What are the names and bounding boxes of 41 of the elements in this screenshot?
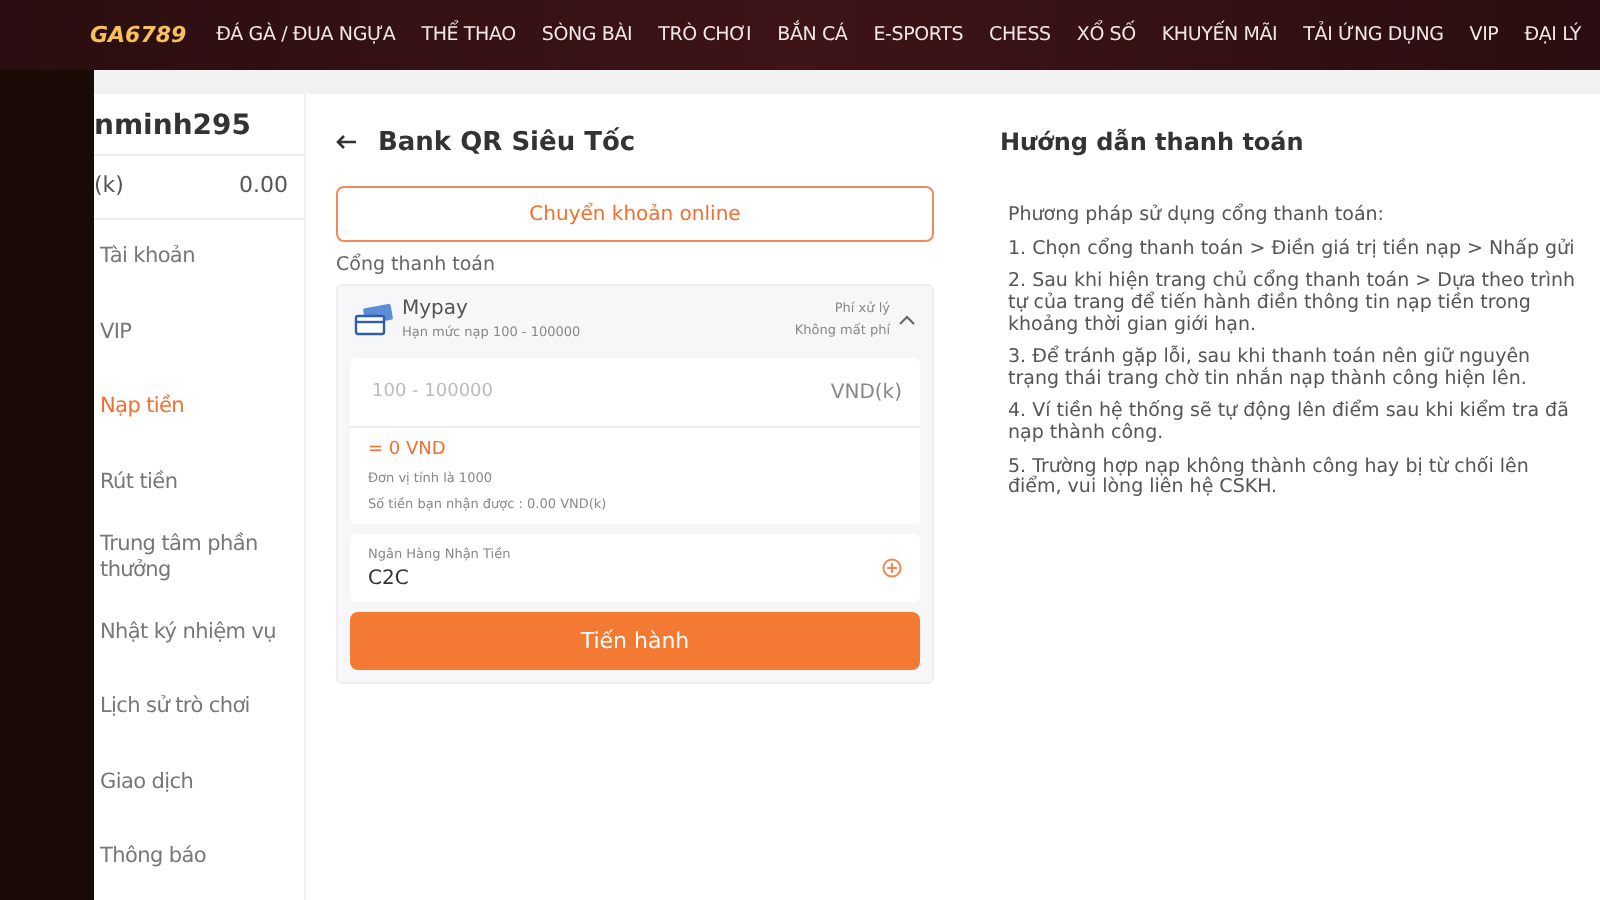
nav-link[interactable]: THỂ THAO [421,24,516,46]
amount-field[interactable]: 100 - 100000 [368,380,608,404]
sidebar-item[interactable]: Thông báo [94,820,304,895]
page-title: Bank QR Siêu Tốc [378,127,636,157]
sidebar-item[interactable]: Rút tiền [94,445,304,520]
guide-title: Hướng dẫn thanh toán [1000,126,1306,160]
guide-step: 4. Ví tiền hệ thống sẽ tự động lên điểm sau khi kiểm tra đã nạp thành công. [1008,402,1580,446]
guide-step: 1. Chọn cổng thanh toán > Điền giá trị tiền nạp > Nhấp gửi [1008,239,1580,261]
sidebar-item[interactable]: Nhật ký nhiệm vụ [94,595,304,670]
nav-link[interactable]: TRÒ CHƠI [658,24,752,46]
balance-label: (k) [94,172,124,198]
sidebar-item[interactable]: Trung tâm phần thưởng [94,520,304,595]
back-arrow-icon[interactable] [336,134,358,150]
gateway-name: Mypay [402,298,470,320]
nav-link[interactable]: ĐẠI LÝ [1524,24,1582,46]
guide-intro: Phương pháp sử dụng cổng thanh toán: [1008,206,1387,228]
nav-link[interactable]: E-SPORTS [873,24,964,46]
sidebar-item[interactable]: Lịch sử trò chơi [94,670,304,745]
cards-icon [354,303,394,335]
balance-value: 0.00 [239,172,288,198]
username: nminh295 [94,94,304,156]
nav-link[interactable]: ĐÁ GÀ / ĐUA NGỰA [216,24,396,46]
chevron-icon[interactable] [898,313,916,325]
section-label: Cổng thanh toán [336,254,498,276]
nav-link[interactable]: BẮN CÁ [777,24,848,46]
nav-link[interactable]: SÒNG BÀI [541,24,633,46]
nav-link[interactable]: XỔ SỐ [1076,24,1136,46]
sidebar-item[interactable]: VIP [94,295,304,370]
unit-label: VND(k) [830,381,902,403]
bank-value: C2C [368,568,411,590]
sidebar-item[interactable]: Tài khoản [94,220,304,295]
converted-amount: = 0 VND [368,440,448,460]
nav-link[interactable]: VIP [1469,24,1499,46]
site-logo[interactable]: GA6789 [90,22,187,48]
guide-step: 3. Để tránh gặp lỗi, sau khi thanh toán nên giữ nguyên trạng thái trang chờ tin nhắn nạp thành công hiện lên. [1008,348,1580,391]
guide-step: 2. Sau khi hiện trang chủ cổng thanh toán > Dựa theo trình tự của trang để tiến hành điền thông tin nạp tiền trong khoảng thời gian giới hạn. [1008,272,1580,337]
nav-link[interactable]: KHUYẾN MÃI [1161,24,1278,46]
guide-step: 5. Trường hợp nạp không thành công hay bị từ chối lên điểm, vui lòng liên hệ CSKH. [1008,457,1580,500]
sidebar-item[interactable]: Giao dịch [94,745,304,820]
nav-link[interactable]: TẢI ỨNG DỤNG [1303,24,1444,46]
nav-link[interactable]: CHESS [989,24,1051,46]
